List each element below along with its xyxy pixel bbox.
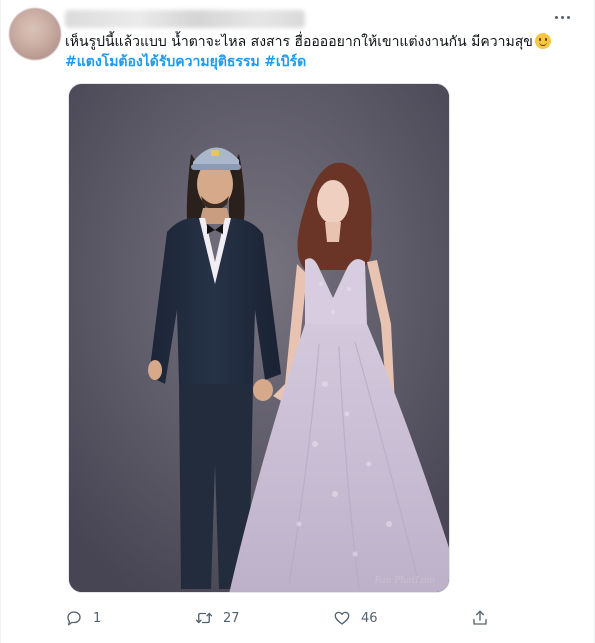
- tweet-photo[interactable]: Fan PhatLom: [68, 83, 450, 593]
- hashtag-line: #แตงโมต้องได้รับความยุติธรรม #เบิร์ด: [65, 52, 575, 72]
- bride-neck: [325, 222, 341, 242]
- wedding-photo-illustration: [69, 84, 449, 592]
- reply-icon: [67, 611, 81, 626]
- held-hands: [253, 379, 273, 401]
- groom-cap-brim: [191, 164, 241, 170]
- like-count: 46: [361, 610, 378, 626]
- reply-button[interactable]: 1: [65, 606, 101, 630]
- share-icon: [473, 610, 487, 625]
- reply-count: 1: [93, 610, 102, 626]
- retweet-count: 27: [223, 610, 240, 626]
- tweet-body: เห็นรูปนี้แล้วแบบ น้ำตาจะไหล สงสาร ฮื่ออ…: [65, 34, 533, 50]
- retweet-icon: [195, 612, 213, 624]
- retweet-button[interactable]: 27: [195, 606, 240, 630]
- avatar[interactable]: [9, 8, 61, 60]
- blurred-username[interactable]: [65, 10, 305, 28]
- hashtag-link[interactable]: #เบิร์ด: [264, 54, 306, 70]
- bride-face: [317, 180, 349, 224]
- like-button[interactable]: 46: [333, 606, 378, 630]
- groom-left-hand: [148, 360, 162, 380]
- tweet-actions: 1 27 46: [65, 606, 505, 630]
- heart-icon: [334, 611, 350, 625]
- dot: [554, 15, 558, 19]
- hashtag-link[interactable]: #แตงโมต้องได้รับความยุติธรรม: [65, 54, 260, 70]
- tweet-card[interactable]: เห็นรูปนี้แล้วแบบ น้ำตาจะไหล สงสาร ฮื่ออ…: [0, 0, 595, 643]
- tweet-text-line: เห็นรูปนี้แล้วแบบ น้ำตาจะไหล สงสาร ฮื่ออ…: [65, 32, 575, 52]
- dot: [566, 15, 570, 19]
- more-options-icon[interactable]: [549, 10, 575, 24]
- share-button[interactable]: [471, 606, 489, 630]
- photo-watermark: Fan PhatLom: [374, 576, 435, 586]
- cap-badge: [211, 150, 219, 156]
- dot: [560, 15, 564, 19]
- tweet-text: เห็นรูปนี้แล้วแบบ น้ำตาจะไหล สงสาร ฮื่ออ…: [65, 32, 575, 72]
- smiling-face-with-tear-icon: [534, 33, 551, 49]
